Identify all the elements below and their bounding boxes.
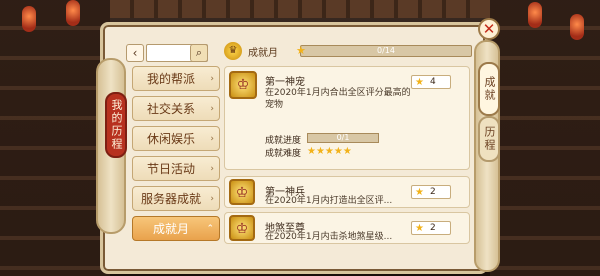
back-button[interactable]: ‹ [126,44,144,62]
chevron-right-icon: › [210,193,214,204]
star-icon: ★ [296,44,306,57]
menu-item-label: 服务器成就 [140,192,201,206]
crown-medal-icon: ♔ [229,179,255,205]
crown-medal-icon: ♔ [229,71,257,99]
achievement-points: ★ 2 [411,221,451,235]
chevron-right-icon: › [210,73,214,84]
ceiling-decoration [110,0,490,18]
trophy-icon: ♛ [224,42,242,60]
bookshelf-right [490,0,600,276]
chevron-right-icon: › [210,133,214,144]
crown-medal-icon: ♔ [229,215,255,241]
menu-item-monthly[interactable]: 成就月 ⌃ [132,216,220,241]
achievement-desc: 在2020年1月内打造出全区评... [265,196,393,206]
menu-item-social[interactable]: 社交关系 › [132,96,220,121]
search-button[interactable]: ⌕ [190,44,208,62]
menu-item-label: 我的帮派 [146,72,195,86]
category-progress-bar: 0/14 [300,45,472,57]
chevron-up-icon: ⌃ [206,223,214,234]
achievement-points: ★ 4 [411,75,451,89]
chevron-right-icon: › [210,163,214,174]
bookshelf-left [0,0,110,276]
difficulty-stars: ★★★★★ [307,146,352,157]
category-header: ♛ 成就月 0/14 ★ [224,42,472,60]
achievement-desc: 在2020年1月内合出全区评分最高的宠物 [265,88,411,110]
search-icon: ⌕ [195,46,203,59]
tab-history[interactable]: 历程 [478,116,500,162]
close-button[interactable]: ✕ [478,18,500,40]
achievement-card[interactable]: ♔ 第一神兵 在2020年1月内打造出全区评... ★ 2 [224,176,470,208]
achievement-title: 第一神宠 [265,77,305,88]
category-progress-text: 0/14 [377,46,395,55]
category-menu: 我的帮派 › 社交关系 › 休闲娱乐 › 节日活动 › 服务器成就 › 成就月 … [132,66,220,246]
achievement-card[interactable]: ♔ 第一神宠 在2020年1月内合出全区评分最高的宠物 ★ 4 成就进度 0/1… [224,66,470,170]
star-icon: ★ [415,186,424,198]
tab-achievements[interactable]: 成就 [478,62,500,116]
lantern-icon [66,0,80,26]
star-icon: ★ [415,222,424,234]
menu-item-label: 节日活动 [146,162,195,176]
menu-item-label: 成就月 [152,222,189,236]
menu-item-gang[interactable]: 我的帮派 › [132,66,220,91]
tab-my-history[interactable]: 我的历程 [105,92,127,158]
achievement-progress-text: 0/1 [336,133,350,142]
difficulty-label: 成就难度 [265,149,302,159]
menu-item-label: 社交关系 [146,102,195,116]
achievement-card[interactable]: ♔ 地煞至尊 在2020年1月内击杀地煞星级... ★ 2 [224,212,470,244]
chevron-right-icon: › [210,103,214,114]
achievement-points: ★ 2 [411,185,451,199]
lantern-icon [570,14,584,40]
star-icon: ★ [415,76,424,88]
menu-item-festival[interactable]: 节日活动 › [132,156,220,181]
menu-item-leisure[interactable]: 休闲娱乐 › [132,126,220,151]
progress-label: 成就进度 [265,136,302,146]
menu-item-label: 休闲娱乐 [146,132,195,146]
achievement-desc: 在2020年1月内击杀地煞星级... [265,232,393,242]
menu-item-server[interactable]: 服务器成就 › [132,186,220,211]
lantern-icon [22,6,36,32]
lantern-icon [528,2,542,28]
category-title: 成就月 [248,48,278,59]
achievement-progress-bar: 0/1 [307,133,379,143]
